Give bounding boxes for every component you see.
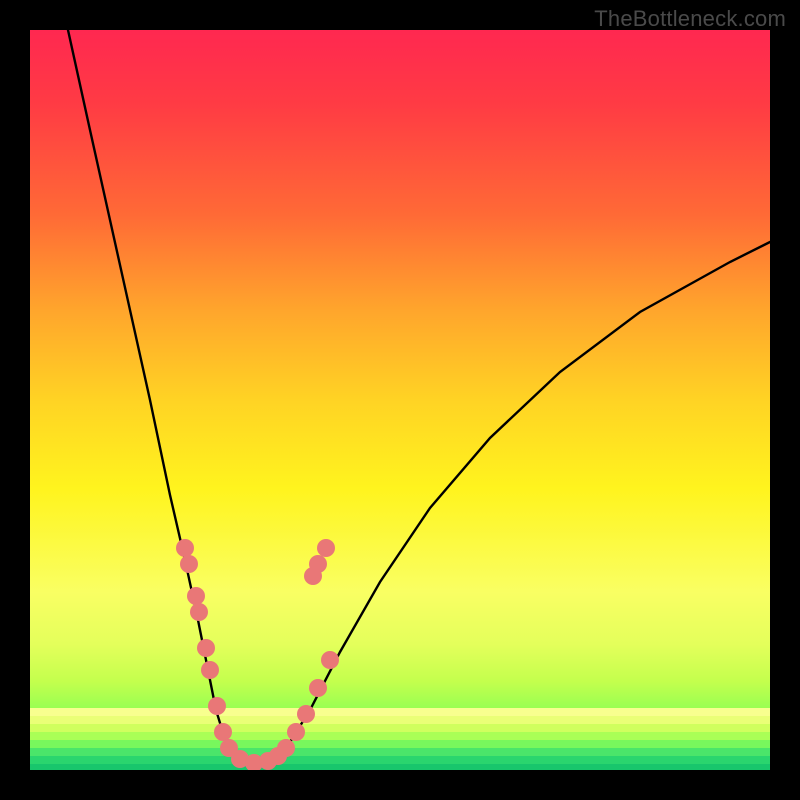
scatter-dot	[187, 587, 205, 605]
scatter-dot	[309, 555, 327, 573]
scatter-dot	[317, 539, 335, 557]
scatter-dot	[208, 697, 226, 715]
watermark-text: TheBottleneck.com	[594, 6, 786, 32]
scatter-dot	[297, 705, 315, 723]
chart-frame: TheBottleneck.com	[0, 0, 800, 800]
scatter-dot	[214, 723, 232, 741]
scatter-dot	[197, 639, 215, 657]
scatter-dot	[277, 739, 295, 757]
scatter-dot	[321, 651, 339, 669]
bottleneck-curve	[68, 30, 770, 763]
curve-svg	[30, 30, 770, 770]
scatter-dot	[176, 539, 194, 557]
scatter-dot	[287, 723, 305, 741]
scatter-dot	[201, 661, 219, 679]
scatter-dots	[176, 539, 339, 770]
scatter-dot	[309, 679, 327, 697]
scatter-dot	[180, 555, 198, 573]
plot-area	[30, 30, 770, 770]
scatter-dot	[190, 603, 208, 621]
